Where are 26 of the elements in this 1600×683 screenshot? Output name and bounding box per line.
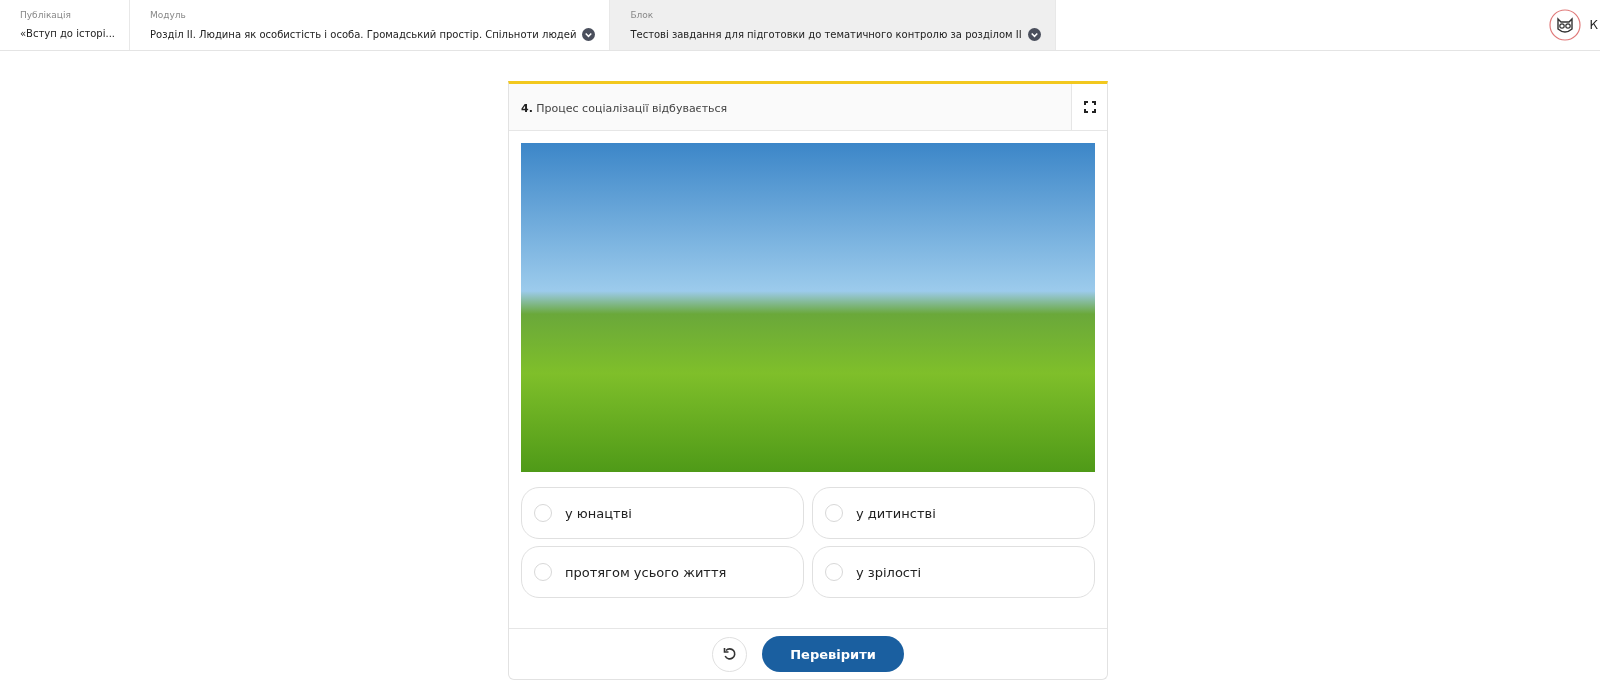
answer-option[interactable]: протягом усього життя (521, 546, 804, 598)
dropdown-icon[interactable] (582, 28, 596, 41)
check-button[interactable]: Перевірити (762, 636, 904, 672)
breadcrumb-item[interactable]: Блок Тестові завдання для підготовки до тематичного контролю за розділом II (610, 0, 1056, 50)
answer-option[interactable]: у зрілості (812, 546, 1095, 598)
breadcrumb-label: Блок (630, 10, 655, 20)
question-text: 4. Процес соціалізації відбувається (520, 101, 729, 117)
reset-button[interactable] (712, 636, 748, 672)
breadcrumb-value: «Вступ до історі... (20, 28, 116, 39)
owl-avatar-icon[interactable] (1549, 9, 1582, 41)
option-text: у юнацтві (565, 505, 632, 521)
option-text: протягом усього життя (565, 564, 727, 580)
answer-option[interactable]: у дитинстві (812, 487, 1095, 539)
breadcrumb-value: Тестові завдання для підготовки до тематичного контролю за розділом II (630, 29, 1022, 40)
breadcrumb-item[interactable]: Публікація «Вступ до історі... (0, 0, 131, 50)
user-name[interactable]: К (1589, 18, 1598, 32)
dropdown-icon[interactable] (1027, 28, 1041, 41)
breadcrumb-label: Модуль (150, 10, 187, 20)
answer-option[interactable]: у юнацтві (521, 487, 804, 539)
breadcrumb-label: Публікація (20, 10, 72, 20)
fullscreen-button[interactable] (1071, 84, 1107, 130)
reset-icon (721, 646, 738, 662)
option-text: у дитинстві (856, 505, 936, 521)
fullscreen-icon (1083, 101, 1096, 113)
breadcrumb-value: Розділ II. Людина як особистість і особа. Громадський простір. Спільноти людей (150, 29, 577, 40)
option-text: у зрілості (856, 564, 922, 580)
